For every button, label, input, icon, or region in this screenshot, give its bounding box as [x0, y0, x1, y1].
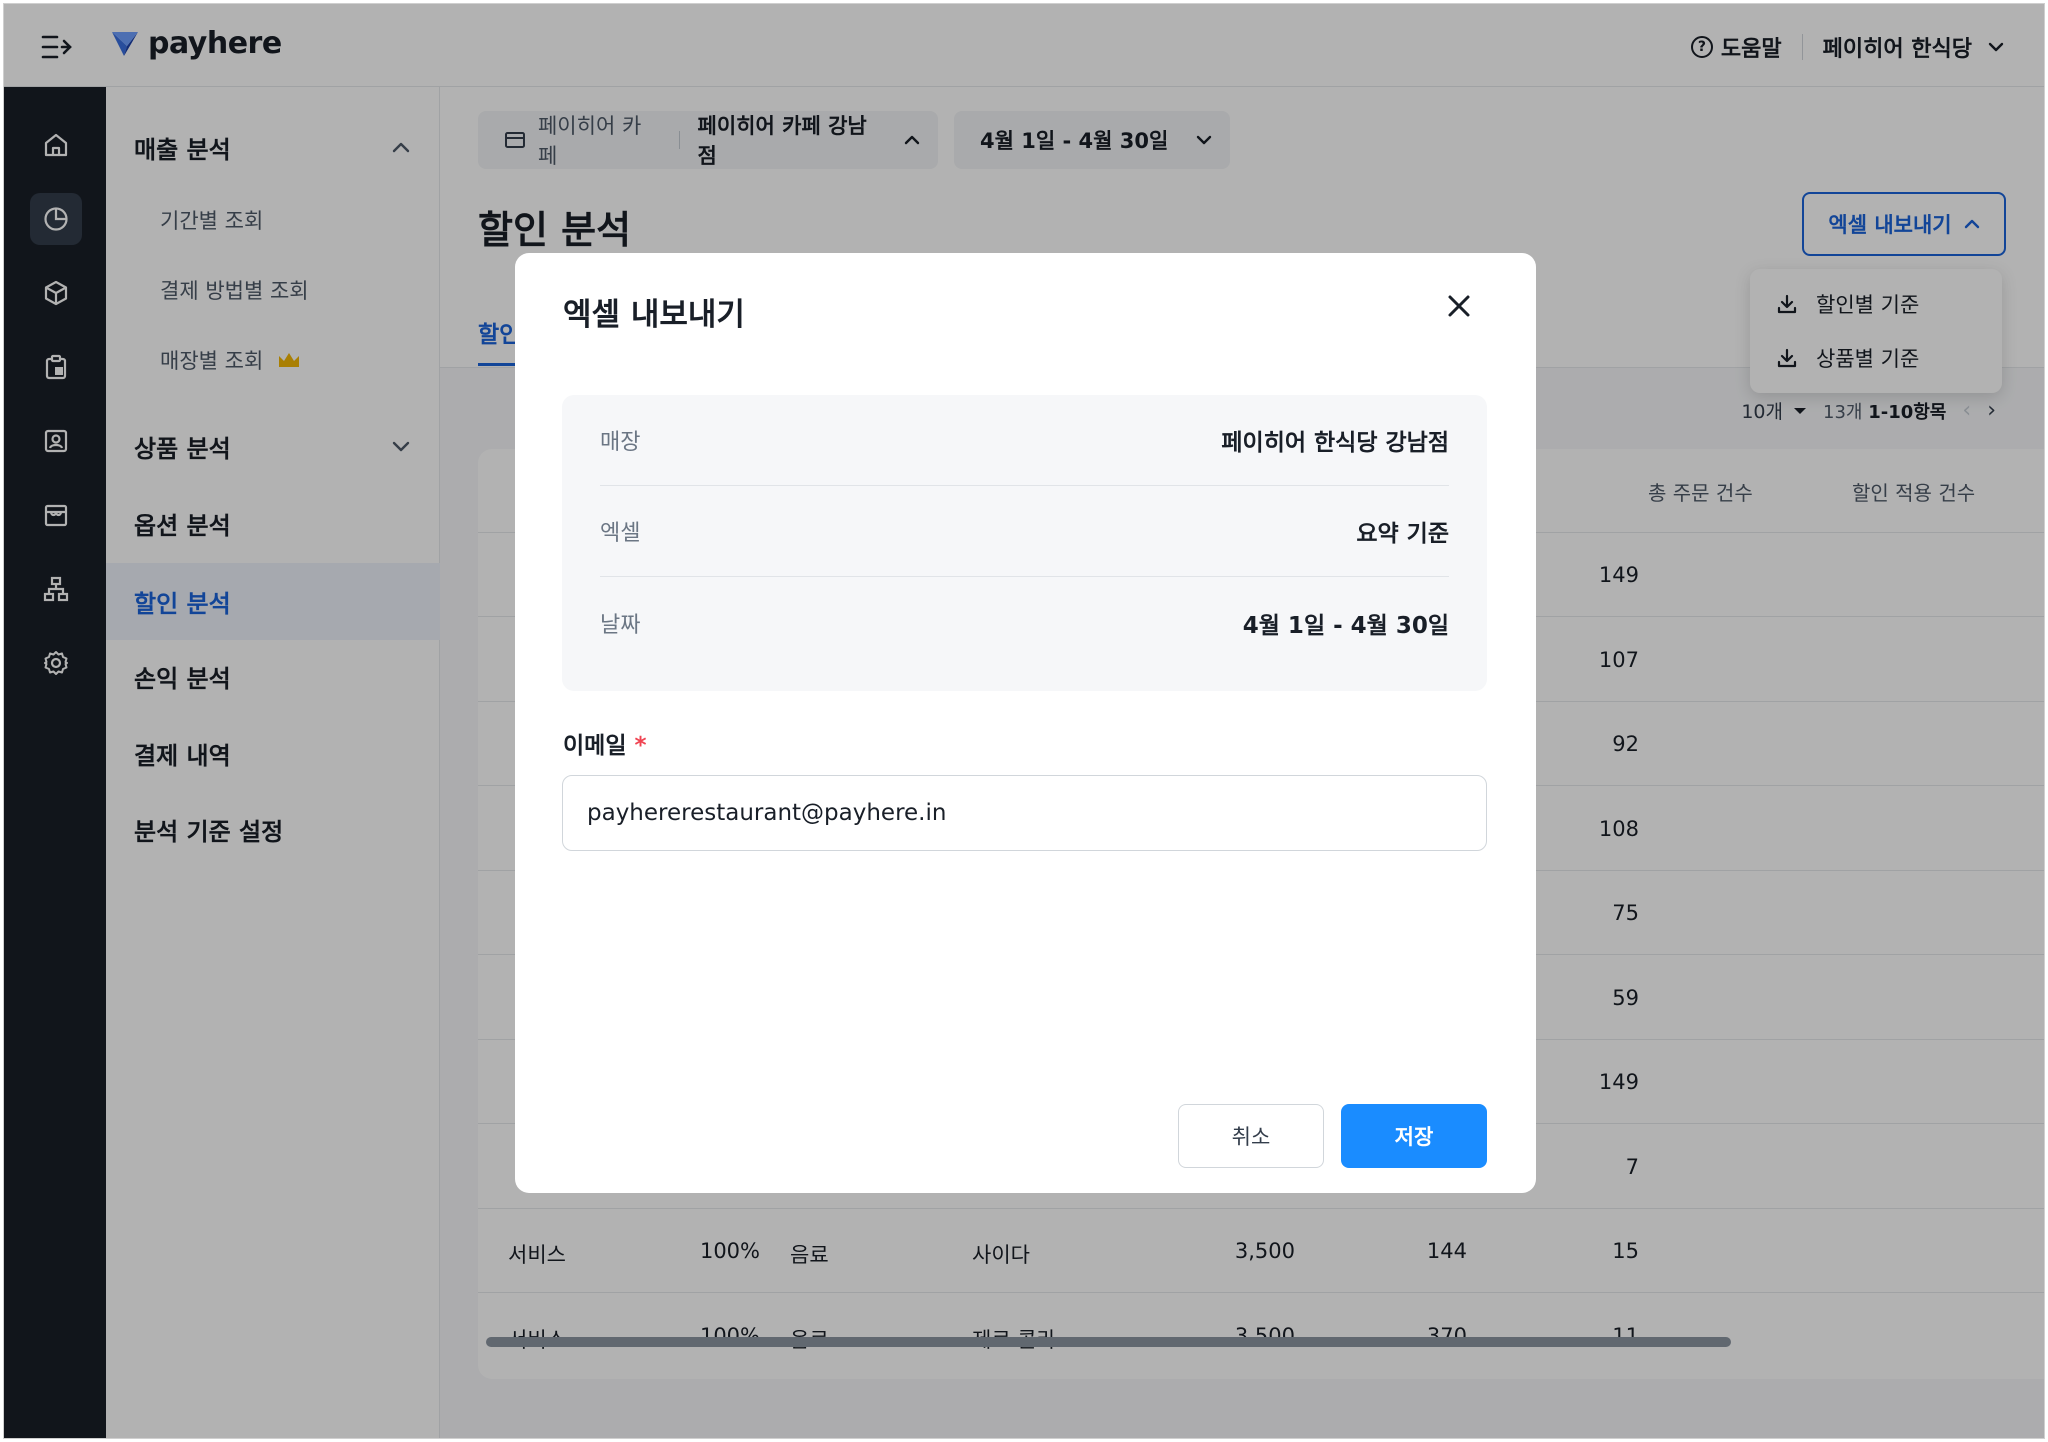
- summary-label: 매장: [600, 430, 641, 455]
- summary-row-excel: 엑셀 요약 기준: [600, 486, 1449, 577]
- excel-export-modal: 엑셀 내보내기 매장 페이히어 한식당 강남점 엑셀 요약 기준 날짜 4월 1…: [515, 253, 1536, 1193]
- email-field[interactable]: [562, 775, 1487, 851]
- summary-row-store: 매장 페이히어 한식당 강남점: [600, 395, 1449, 486]
- summary-label: 엑셀: [600, 521, 641, 546]
- save-button[interactable]: 저장: [1341, 1104, 1487, 1168]
- email-label: 이메일 *: [563, 726, 647, 760]
- email-label-text: 이메일: [563, 733, 627, 759]
- required-mark: *: [634, 733, 647, 759]
- close-icon[interactable]: [1446, 293, 1472, 319]
- cancel-button[interactable]: 취소: [1178, 1104, 1324, 1168]
- summary-label: 날짜: [600, 612, 641, 638]
- export-summary: 매장 페이히어 한식당 강남점 엑셀 요약 기준 날짜 4월 1일 - 4월 3…: [562, 395, 1487, 691]
- app-window: payhere ? 도움말 페이히어 한식당 매출 분석 기간별 조회 결제 방…: [3, 3, 2045, 1439]
- summary-value: 페이히어 한식당 강남점: [1221, 430, 1449, 456]
- summary-row-date: 날짜 4월 1일 - 4월 30일: [600, 577, 1449, 668]
- summary-value: 요약 기준: [1356, 521, 1449, 547]
- summary-value: 4월 1일 - 4월 30일: [1242, 612, 1449, 639]
- modal-title: 엑셀 내보내기: [563, 297, 745, 333]
